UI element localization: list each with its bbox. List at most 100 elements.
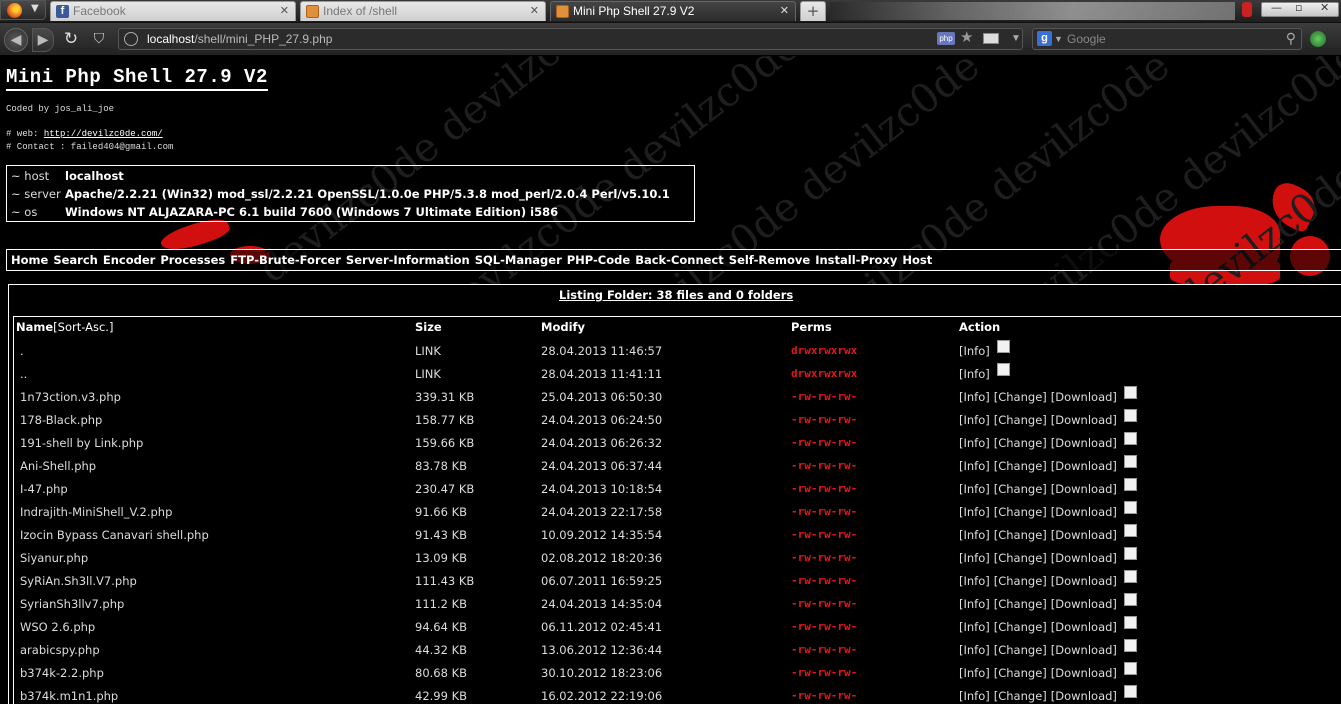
- file-name[interactable]: SyrianSh3llv7.php: [20, 596, 124, 612]
- file-perms[interactable]: -rw-rw-rw-: [791, 435, 857, 451]
- file-name[interactable]: .: [20, 343, 24, 359]
- menu-item-server-information[interactable]: Server-Information: [346, 253, 470, 267]
- new-tab-button[interactable]: +: [800, 1, 826, 21]
- file-name[interactable]: arabicspy.php: [20, 642, 100, 658]
- file-name[interactable]: b374k.m1n1.php: [20, 688, 118, 704]
- download-link[interactable]: [Download]: [1051, 482, 1117, 496]
- change-link[interactable]: [Change]: [994, 528, 1047, 542]
- info-link[interactable]: [Info]: [959, 459, 990, 473]
- select-checkbox[interactable]: [996, 363, 1010, 376]
- change-link[interactable]: [Change]: [994, 620, 1047, 634]
- info-link[interactable]: [Info]: [959, 643, 990, 657]
- change-link[interactable]: [Change]: [994, 482, 1047, 496]
- info-link[interactable]: [Info]: [959, 574, 990, 588]
- select-checkbox[interactable]: [996, 340, 1010, 353]
- close-window-icon[interactable]: ✕: [1320, 1, 1329, 14]
- forward-button[interactable]: ▶: [32, 28, 54, 52]
- download-link[interactable]: [Download]: [1051, 551, 1117, 565]
- menu-item-search[interactable]: Search: [53, 253, 98, 267]
- close-tab-icon[interactable]: ✕: [280, 2, 289, 21]
- change-link[interactable]: [Change]: [994, 643, 1047, 657]
- reload-icon[interactable]: ↻: [60, 28, 82, 50]
- file-name[interactable]: b374k-2.2.php: [20, 665, 104, 681]
- extension-icon[interactable]: [1242, 2, 1252, 17]
- url-text[interactable]: localhost/shell/mini_PHP_27.9.php: [147, 29, 332, 49]
- menu-item-sql-manager[interactable]: SQL-Manager: [475, 253, 562, 267]
- sort-asc-link[interactable]: [Sort-Asc.]: [53, 320, 113, 334]
- info-link[interactable]: [Info]: [959, 413, 990, 427]
- listing-title[interactable]: Listing Folder: 38 files and 0 folders: [559, 288, 793, 302]
- file-perms[interactable]: -rw-rw-rw-: [791, 688, 857, 704]
- menu-item-host[interactable]: Host: [902, 253, 932, 267]
- info-link[interactable]: [Info]: [959, 367, 990, 381]
- search-input[interactable]: [1067, 30, 1277, 48]
- google-icon[interactable]: g: [1037, 31, 1052, 46]
- tab-index-of-shell[interactable]: Index of /shell ✕: [300, 1, 546, 21]
- select-checkbox[interactable]: [1123, 616, 1137, 629]
- file-perms[interactable]: -rw-rw-rw-: [791, 619, 857, 635]
- download-link[interactable]: [Download]: [1051, 643, 1117, 657]
- select-checkbox[interactable]: [1123, 501, 1137, 514]
- download-link[interactable]: [Download]: [1051, 620, 1117, 634]
- download-link[interactable]: [Download]: [1051, 436, 1117, 450]
- change-link[interactable]: [Change]: [994, 413, 1047, 427]
- menu-item-ftp-brute-forcer[interactable]: FTP-Brute-Forcer: [230, 253, 341, 267]
- download-link[interactable]: [Download]: [1051, 666, 1117, 680]
- select-checkbox[interactable]: [1123, 478, 1137, 491]
- menu-item-processes[interactable]: Processes: [160, 253, 225, 267]
- select-checkbox[interactable]: [1123, 639, 1137, 652]
- file-name[interactable]: Ani-Shell.php: [20, 458, 96, 474]
- file-perms[interactable]: -rw-rw-rw-: [791, 458, 857, 474]
- download-link[interactable]: [Download]: [1051, 574, 1117, 588]
- select-checkbox[interactable]: [1123, 593, 1137, 606]
- file-name[interactable]: ..: [20, 366, 27, 382]
- info-link[interactable]: [Info]: [959, 482, 990, 496]
- download-link[interactable]: [Download]: [1051, 597, 1117, 611]
- info-link[interactable]: [Info]: [959, 620, 990, 634]
- file-name[interactable]: WSO 2.6.php: [20, 619, 95, 635]
- select-checkbox[interactable]: [1123, 685, 1137, 698]
- info-link[interactable]: [Info]: [959, 597, 990, 611]
- menu-item-install-proxy[interactable]: Install-Proxy: [815, 253, 897, 267]
- info-link[interactable]: [Info]: [959, 436, 990, 450]
- php-badge-icon[interactable]: php: [937, 32, 955, 45]
- file-name[interactable]: SyRiAn.Sh3ll.V7.php: [20, 573, 137, 589]
- download-link[interactable]: [Download]: [1051, 390, 1117, 404]
- change-link[interactable]: [Change]: [994, 689, 1047, 703]
- select-checkbox[interactable]: [1123, 409, 1137, 422]
- close-tab-icon[interactable]: ✕: [780, 2, 789, 21]
- select-checkbox[interactable]: [1123, 432, 1137, 445]
- file-name[interactable]: I-47.php: [20, 481, 68, 497]
- web-link[interactable]: http://devilzc0de.com/: [44, 129, 163, 139]
- change-link[interactable]: [Change]: [994, 436, 1047, 450]
- addon-icon[interactable]: ⛉: [88, 28, 110, 50]
- file-name[interactable]: Indrajith-MiniShell_V.2.php: [20, 504, 172, 520]
- file-perms[interactable]: -rw-rw-rw-: [791, 527, 857, 543]
- file-name[interactable]: 1n73ction.v3.php: [20, 389, 121, 405]
- file-perms[interactable]: -rw-rw-rw-: [791, 550, 857, 566]
- column-header-name[interactable]: Name[Sort-Asc.]: [16, 320, 113, 334]
- menu-item-back-connect[interactable]: Back-Connect: [635, 253, 724, 267]
- close-tab-icon[interactable]: ✕: [530, 2, 539, 21]
- address-bar[interactable]: localhost/shell/mini_PHP_27.9.php php ★ …: [118, 28, 1023, 50]
- file-perms[interactable]: -rw-rw-rw-: [791, 389, 857, 405]
- info-link[interactable]: [Info]: [959, 344, 990, 358]
- info-link[interactable]: [Info]: [959, 689, 990, 703]
- chevron-down-icon[interactable]: ▼: [1054, 29, 1063, 49]
- search-icon[interactable]: ⚲: [1286, 28, 1296, 48]
- extension-icon[interactable]: [1310, 31, 1326, 47]
- file-perms[interactable]: -rw-rw-rw-: [791, 504, 857, 520]
- change-link[interactable]: [Change]: [994, 666, 1047, 680]
- tab-facebook[interactable]: f Facebook ✕: [50, 1, 296, 21]
- file-perms[interactable]: drwxrwxrwx: [791, 366, 857, 382]
- file-perms[interactable]: -rw-rw-rw-: [791, 481, 857, 497]
- select-checkbox[interactable]: [1123, 570, 1137, 583]
- change-link[interactable]: [Change]: [994, 459, 1047, 473]
- download-link[interactable]: [Download]: [1051, 413, 1117, 427]
- info-link[interactable]: [Info]: [959, 505, 990, 519]
- menu-item-php-code[interactable]: PHP-Code: [567, 253, 630, 267]
- file-name[interactable]: Siyanur.php: [20, 550, 88, 566]
- file-perms[interactable]: -rw-rw-rw-: [791, 412, 857, 428]
- change-link[interactable]: [Change]: [994, 574, 1047, 588]
- file-perms[interactable]: -rw-rw-rw-: [791, 573, 857, 589]
